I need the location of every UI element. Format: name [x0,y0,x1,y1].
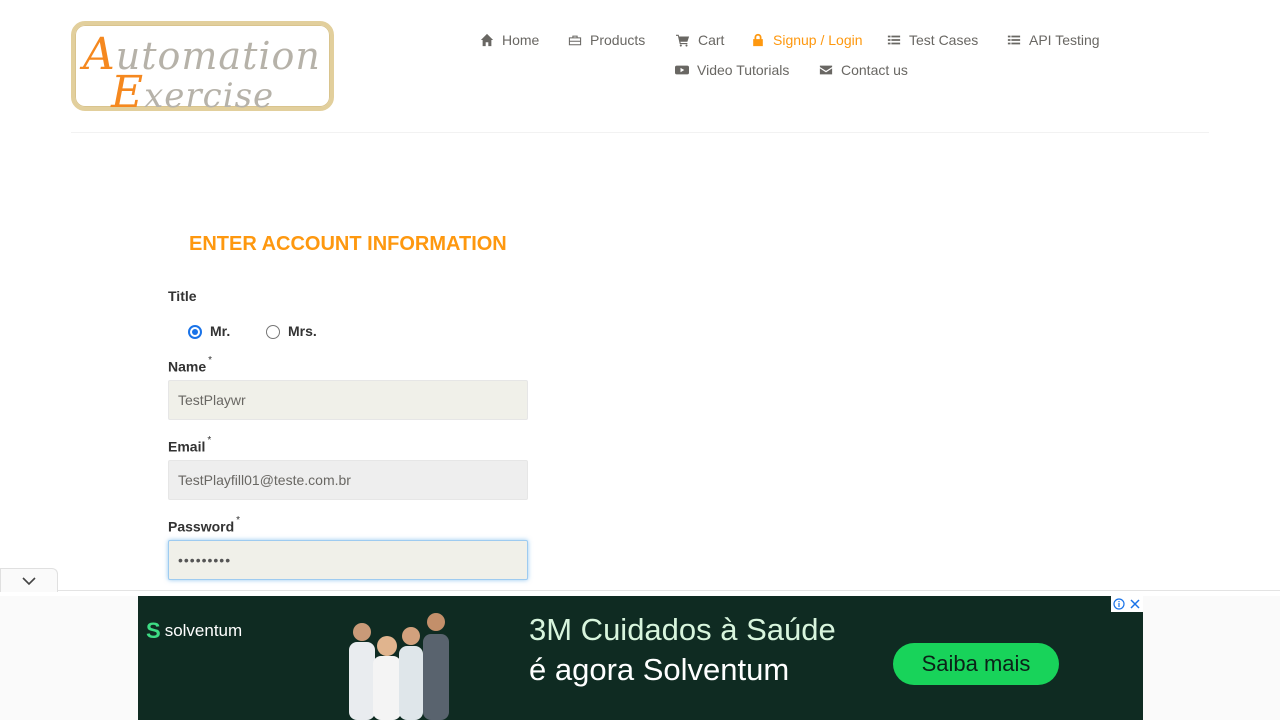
name-label: Name * [168,355,213,375]
briefcase-icon [568,35,582,46]
nav-signup-login[interactable]: Signup / Login [751,30,863,50]
logo-line-2: Exercise [111,67,275,118]
ad-brand: S solventum [146,618,243,643]
shopping-cart-icon [676,34,690,47]
nav-products[interactable]: Products [568,30,645,50]
youtube-play-icon [675,65,689,75]
title-mr-radio[interactable]: Mr. [188,323,230,339]
envelope-icon [819,65,833,75]
header-divider [71,132,1209,133]
radio-checked[interactable] [188,325,202,339]
email-label: Email * [168,435,212,455]
password-field[interactable]: ••••••••• [168,540,528,580]
ad-info-icon[interactable] [1111,596,1127,612]
radio-unchecked[interactable] [266,325,280,339]
list-icon [1007,35,1021,45]
nav-video-tutorials[interactable]: Video Tutorials [675,60,789,80]
list-icon [887,35,901,45]
name-field[interactable]: TestPlaywr [168,380,528,420]
solventum-logo-icon: S [146,618,161,643]
ad-collapse-toggle[interactable] [0,568,58,592]
ad-headline-1: 3M Cuidados à Saúde [529,612,836,647]
home-icon [480,33,494,47]
ad-controls [1111,596,1143,612]
email-field[interactable]: TestPlayfill01@teste.com.br [168,460,528,500]
title-mrs-radio[interactable]: Mrs. [266,323,317,339]
chevron-down-icon [22,576,36,585]
ad-close-icon[interactable] [1127,596,1143,612]
lock-icon [753,33,763,47]
site-logo[interactable]: Automation Exercise [71,21,334,118]
nav-home[interactable]: Home [480,30,539,50]
title-mr-label: Mr. [210,323,231,339]
ad-people-image [349,613,449,720]
ad-divider [0,590,1280,591]
nav-cart[interactable]: Cart [676,30,724,50]
form-title: ENTER ACCOUNT INFORMATION [189,233,507,255]
ad-cta-button[interactable]: Saiba mais [893,643,1059,685]
title-mrs-label: Mrs. [288,323,317,339]
ad-headline-2: é agora Solventum [529,652,790,687]
title-label: Title [168,288,197,304]
ad-banner[interactable]: S solventum 3M Cuidados à Saúde é agora … [138,596,1143,720]
password-label: Password * [168,515,241,535]
nav-contact-us[interactable]: Contact us [819,60,908,80]
nav-api-testing[interactable]: API Testing [1007,30,1100,50]
nav-test-cases[interactable]: Test Cases [887,30,978,50]
